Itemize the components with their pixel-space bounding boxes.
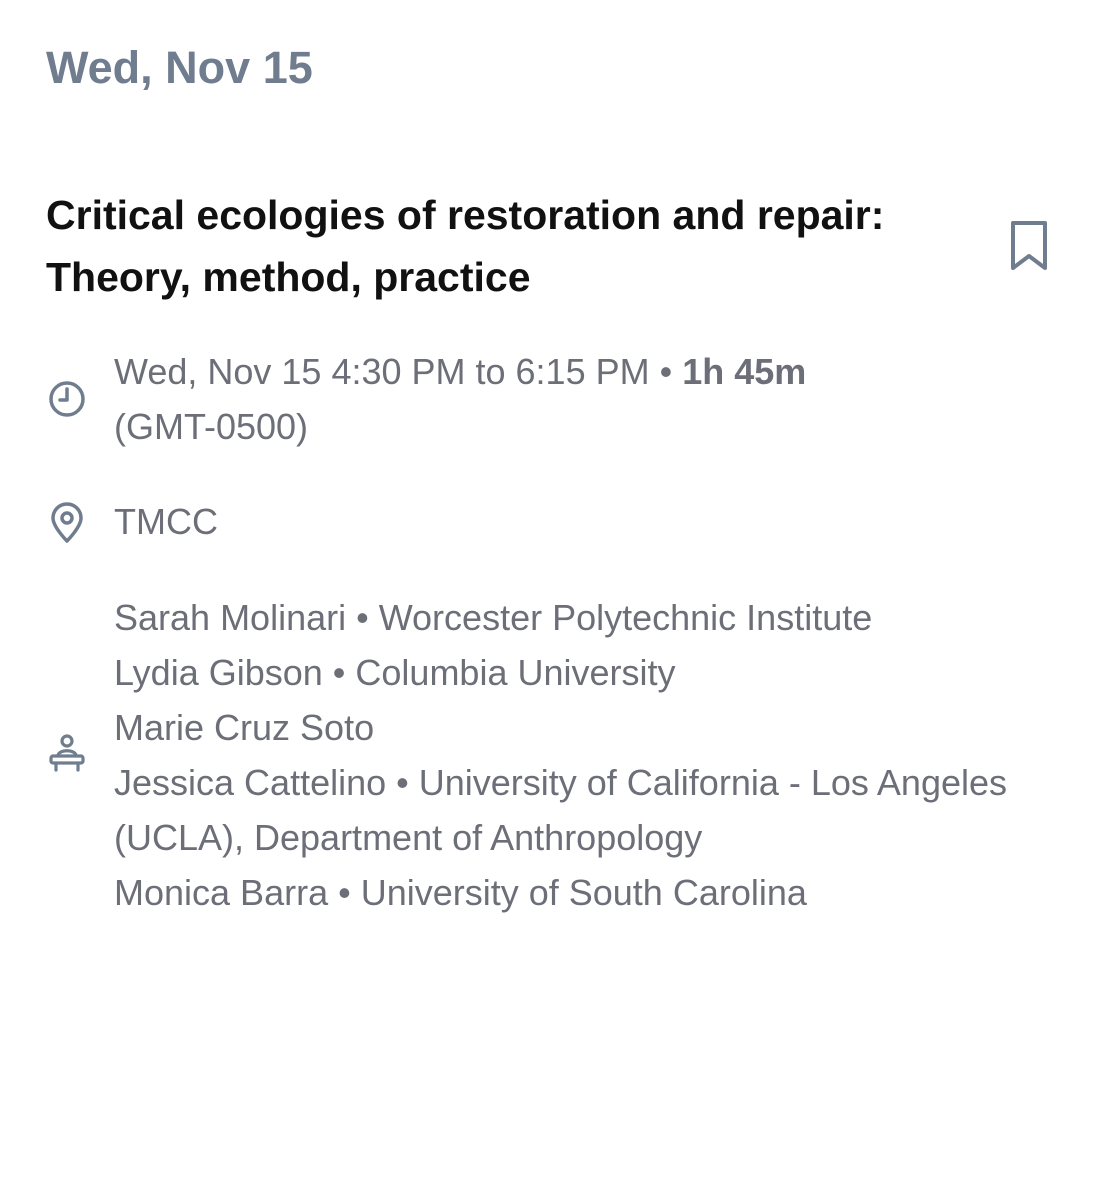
- session-duration: 1h 45m: [682, 351, 807, 392]
- time-row: Wed, Nov 15 4:30 PM to 6:15 PM • 1h 45m …: [46, 344, 1066, 464]
- clock-icon: [49, 381, 85, 417]
- session-title[interactable]: Critical ecologies of restoration and re…: [46, 184, 946, 308]
- list-item[interactable]: Monica Barra • University of South Carol…: [114, 865, 1074, 920]
- presenter-icon: [49, 734, 85, 772]
- session-location: TMCC: [114, 501, 218, 542]
- people-list: Sarah Molinari • Worcester Polytechnic I…: [114, 590, 1074, 920]
- list-item[interactable]: Marie Cruz Soto: [114, 700, 1074, 755]
- session-timezone: (GMT-0500): [114, 406, 309, 447]
- map-pin-icon: [51, 502, 83, 543]
- people-row: Sarah Molinari • Worcester Polytechnic I…: [46, 590, 1066, 930]
- list-item[interactable]: Sarah Molinari • Worcester Polytechnic I…: [114, 590, 1074, 645]
- session-time: Wed, Nov 15 4:30 PM to 6:15 PM • 1h 45m …: [114, 344, 1074, 454]
- bookmark-icon: [1011, 221, 1047, 270]
- list-item[interactable]: Lydia Gibson • Columbia University: [114, 645, 1074, 700]
- time-separator: •: [649, 351, 683, 392]
- location-row: TMCC: [46, 494, 1066, 554]
- time-range: Wed, Nov 15 4:30 PM to 6:15 PM: [114, 351, 650, 392]
- bookmark-button[interactable]: [1008, 220, 1050, 272]
- list-item[interactable]: Jessica Cattelino • University of Califo…: [114, 755, 1074, 865]
- date-header: Wed, Nov 15: [46, 42, 313, 93]
